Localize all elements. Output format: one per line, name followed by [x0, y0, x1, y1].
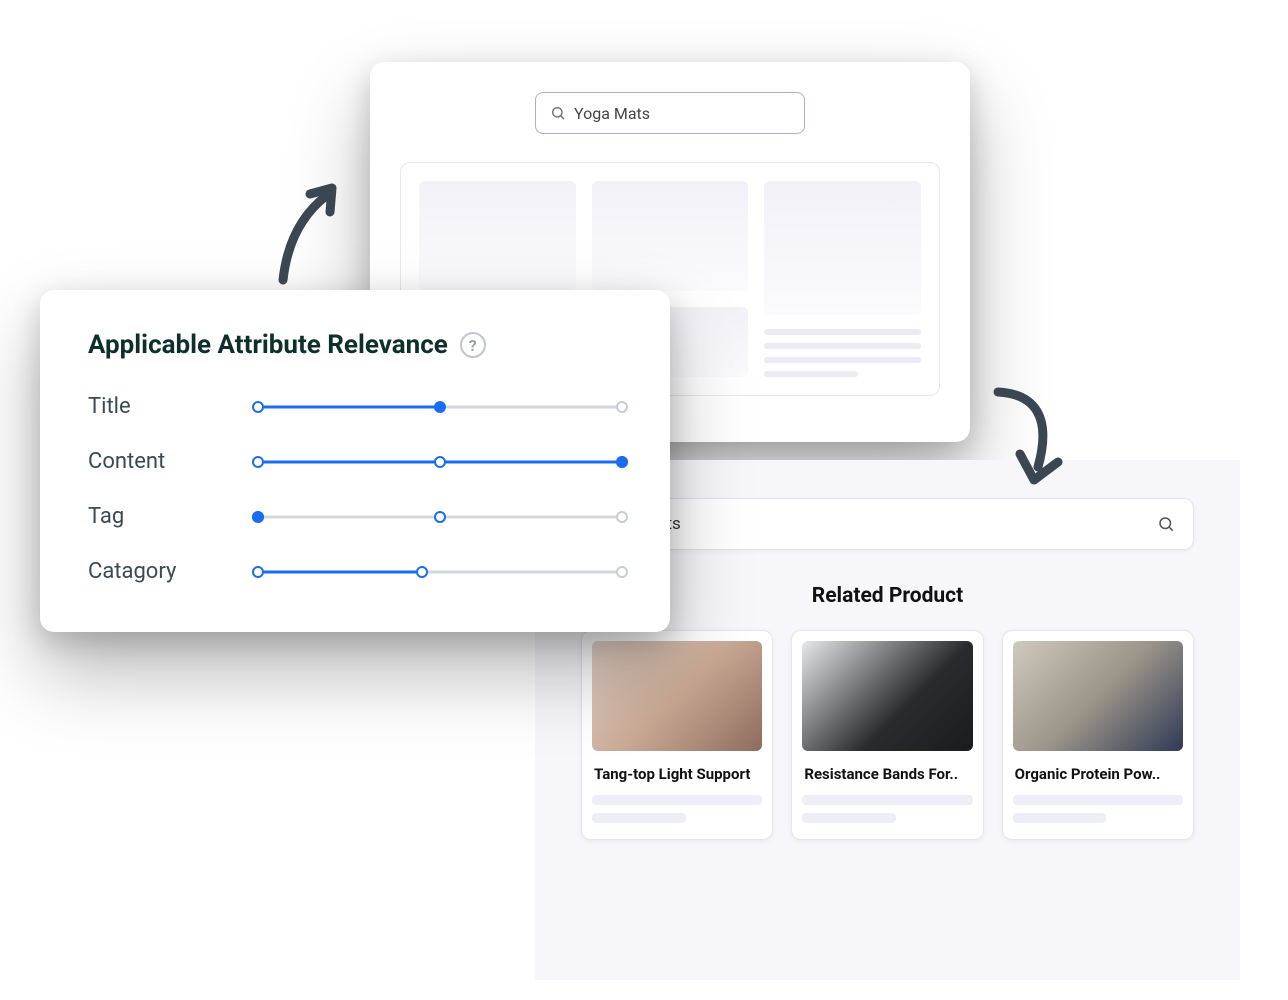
slider-start-dot: [252, 456, 264, 468]
slider-end-dot: [616, 401, 628, 413]
skeleton-lines: [802, 795, 972, 823]
slider-row: Tag: [88, 504, 622, 529]
slider-row: Catagory: [88, 559, 622, 584]
attribute-relevance-panel: Applicable Attribute Relevance ? Title Co…: [40, 290, 670, 632]
skeleton-card-large: [764, 181, 921, 377]
product-title: Tang-top Light Support: [594, 765, 760, 783]
product-title: Resistance Bands For..: [804, 765, 970, 783]
slider-track[interactable]: [258, 509, 622, 525]
product-card[interactable]: Organic Protein Pow..: [1002, 630, 1194, 840]
skeleton-line: [802, 813, 896, 823]
slider-label: Title: [88, 394, 258, 419]
product-image: [802, 641, 972, 751]
search-icon: [1157, 515, 1175, 533]
skeleton-line: [764, 343, 921, 349]
skeleton-lines: [1013, 795, 1183, 823]
slider-mid-dot: [434, 511, 446, 523]
slider-mid-dot: [434, 456, 446, 468]
slider-label: Tag: [88, 504, 258, 529]
skeleton-image: [764, 181, 921, 315]
arrow-icon: [980, 382, 1070, 492]
slider-start-dot: [252, 566, 264, 578]
product-image: [1013, 641, 1183, 751]
slider-end-dot: [616, 511, 628, 523]
slider-track[interactable]: [258, 399, 622, 415]
skeleton-lines: [592, 795, 762, 823]
slider-track[interactable]: [258, 454, 622, 470]
slider-row: Title: [88, 394, 622, 419]
product-card[interactable]: Resistance Bands For..: [791, 630, 983, 840]
slider-row: Content: [88, 449, 622, 474]
search-query-text: Yoga Mats: [574, 104, 650, 123]
skeleton-line: [1013, 795, 1183, 805]
slider-track[interactable]: [258, 564, 622, 580]
skeleton-line: [802, 795, 972, 805]
search-input-top[interactable]: Yoga Mats: [535, 92, 805, 134]
product-title: Organic Protein Pow..: [1015, 765, 1181, 783]
help-icon[interactable]: ?: [460, 332, 486, 358]
skeleton-line: [592, 813, 686, 823]
panel-title: Applicable Attribute Relevance: [88, 330, 448, 360]
slider-end-dot: [616, 566, 628, 578]
product-card[interactable]: Tang-top Light Support: [581, 630, 773, 840]
slider-handle[interactable]: [416, 566, 428, 578]
section-title: Related Product: [581, 584, 1194, 608]
skeleton-card: [419, 181, 576, 291]
slider-label: Content: [88, 449, 258, 474]
track-fill: [258, 405, 440, 408]
slider-label: Catagory: [88, 559, 258, 584]
product-image: [592, 641, 762, 751]
panel-title-row: Applicable Attribute Relevance ?: [88, 330, 622, 360]
slider-handle[interactable]: [434, 401, 446, 413]
skeleton-line: [764, 357, 921, 363]
skeleton-card: [592, 181, 749, 291]
skeleton-line: [764, 371, 858, 377]
search-icon: [550, 105, 566, 121]
skeleton-lines: [764, 329, 921, 377]
search-input-results[interactable]: Yoga Mats: [581, 498, 1194, 550]
slider-start-dot: [252, 401, 264, 413]
slider-handle[interactable]: [252, 511, 264, 523]
skeleton-line: [592, 795, 762, 805]
track-fill: [258, 570, 422, 573]
search-wrap: Yoga Mats: [400, 92, 940, 134]
skeleton-line: [1013, 813, 1107, 823]
slider-end-dot: [616, 456, 628, 468]
arrow-icon: [268, 180, 348, 290]
skeleton-line: [764, 329, 921, 335]
